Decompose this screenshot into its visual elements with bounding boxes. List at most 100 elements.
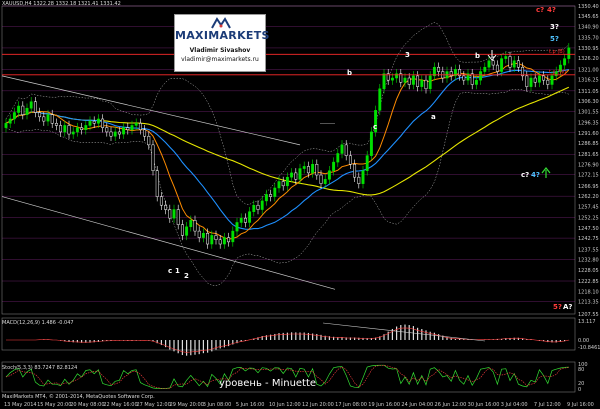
target-level-label: t.p (W) xyxy=(549,69,566,75)
candle-body xyxy=(348,155,352,165)
price-tick-label: 1266.95 xyxy=(578,184,599,190)
wave-label: c xyxy=(168,267,172,275)
candle-body xyxy=(151,144,155,171)
time-tick-label: 13 May 2014 xyxy=(4,402,37,408)
candle-body xyxy=(462,75,466,81)
candle-body xyxy=(311,164,315,174)
chart-footer: MaxiMarkets MT4, © 2001-2014, MetaQuotes… xyxy=(2,394,155,400)
candle-body xyxy=(134,123,138,126)
candle-body xyxy=(59,125,63,133)
candle-body xyxy=(4,123,8,128)
macd-label: MACD(12,26,9) 1.486 -0.047 xyxy=(2,320,74,326)
candle-body xyxy=(332,161,336,171)
candle-body xyxy=(185,226,189,236)
candle-body xyxy=(390,77,394,81)
candle-body xyxy=(437,66,441,72)
candle-body xyxy=(130,125,134,131)
macd-tick-label: 0.00 xyxy=(578,338,589,344)
price-tick-label: 1262.20 xyxy=(578,194,599,200)
candle-body xyxy=(500,58,504,72)
candle-body xyxy=(479,71,483,81)
time-tick-label: 29 May 20:00 xyxy=(170,402,204,408)
candle-body xyxy=(189,220,193,228)
price-tick-label: 1326.20 xyxy=(578,56,599,62)
candle-body xyxy=(428,75,432,90)
candle-body xyxy=(138,123,142,131)
time-tick-label: 3 Jul 04:00 xyxy=(501,402,528,408)
candle-body xyxy=(260,200,264,210)
candle-body xyxy=(172,209,176,219)
candle-body xyxy=(155,170,159,197)
candle-body xyxy=(159,196,163,206)
candle-body xyxy=(298,168,302,180)
candle-body xyxy=(344,144,348,156)
time-tick-label: 22 May 16:00 xyxy=(103,402,137,408)
candle-body xyxy=(88,120,92,126)
candle-body xyxy=(424,79,428,90)
price-tick-label: 1335.70 xyxy=(578,36,599,42)
time-tick-label: 3 Jun 08:00 xyxy=(203,402,232,408)
candle-body xyxy=(487,60,491,68)
stoch-label: Stoch(5,3,3) 83.7247 82.8124 xyxy=(2,365,78,371)
wave-label: b xyxy=(475,52,480,60)
price-tick-label: 1228.05 xyxy=(578,268,599,274)
time-tick-label: 27 May 12:00 xyxy=(136,402,170,408)
time-tick-label: 30 Jun 16:00 xyxy=(468,402,500,408)
arrow-up-icon xyxy=(541,167,551,178)
wave-label: c? xyxy=(521,171,529,179)
candle-body xyxy=(269,194,273,197)
candle-body xyxy=(25,107,29,115)
candle-body xyxy=(143,129,147,137)
logo-box: MAXIMARKETS Vladimir Sivashov vladimir@m… xyxy=(174,14,270,72)
candle-body xyxy=(323,179,327,184)
price-tick-label: 1350.40 xyxy=(578,4,599,10)
candle-body xyxy=(12,112,16,120)
wave-label: b xyxy=(347,69,352,77)
candle-body xyxy=(222,237,226,245)
price-tick-label: 1207.55 xyxy=(578,312,599,318)
candle-body xyxy=(96,118,100,124)
price-tick-label: 1222.85 xyxy=(578,279,599,285)
price-tick-label: 1232.80 xyxy=(578,258,599,264)
candle-body xyxy=(495,64,499,72)
candle-body xyxy=(21,105,25,115)
candle-body xyxy=(231,230,235,243)
candle-body xyxy=(8,118,12,124)
candle-body xyxy=(411,75,415,85)
candle-body xyxy=(537,75,541,83)
candle-body xyxy=(563,58,567,66)
time-tick-label: 15 May 20:00 xyxy=(37,402,71,408)
time-tick-label: 10 Jun 12:00 xyxy=(269,402,301,408)
candle-body xyxy=(508,56,512,68)
wave-label: 4? xyxy=(547,6,556,14)
ma-mid-line xyxy=(5,68,569,230)
logo-brand: MAXIMARKETS xyxy=(175,29,270,42)
candle-body xyxy=(71,131,75,135)
chart-header: XAUUSD,H4 1322.28 1332.18 1321.41 1331.4… xyxy=(2,1,121,7)
candle-body xyxy=(512,60,516,68)
candle-body xyxy=(525,75,529,87)
chart-window: 1350.40 1345.65 1340.90 1335.70 1330.95 1326.… xyxy=(0,0,600,409)
stoch-tick-label: 80 xyxy=(578,367,584,373)
candle-body xyxy=(542,75,546,81)
candle-body xyxy=(176,209,180,225)
candle-body xyxy=(210,235,214,245)
candle-body xyxy=(235,222,239,232)
wave-label: a xyxy=(431,113,436,121)
candle-body xyxy=(315,164,319,176)
candle-body xyxy=(201,233,205,238)
candle-body xyxy=(365,155,369,171)
candle-body xyxy=(403,77,407,83)
candle-body xyxy=(197,230,201,238)
time-tick-label: 20 May 08:00 xyxy=(70,402,104,408)
candle-body xyxy=(252,204,256,212)
price-tick-label: 1345.65 xyxy=(578,14,599,20)
price-tick-label: 1242.75 xyxy=(578,236,599,242)
candle-body xyxy=(369,131,373,156)
price-tick-label: 1281.65 xyxy=(578,152,599,158)
chart-caption: уровень - Minuette xyxy=(219,378,317,389)
candle-body xyxy=(122,127,126,135)
price-tick-label: 1296.35 xyxy=(578,121,599,127)
candle-body xyxy=(33,101,37,113)
candle-body xyxy=(50,114,54,124)
